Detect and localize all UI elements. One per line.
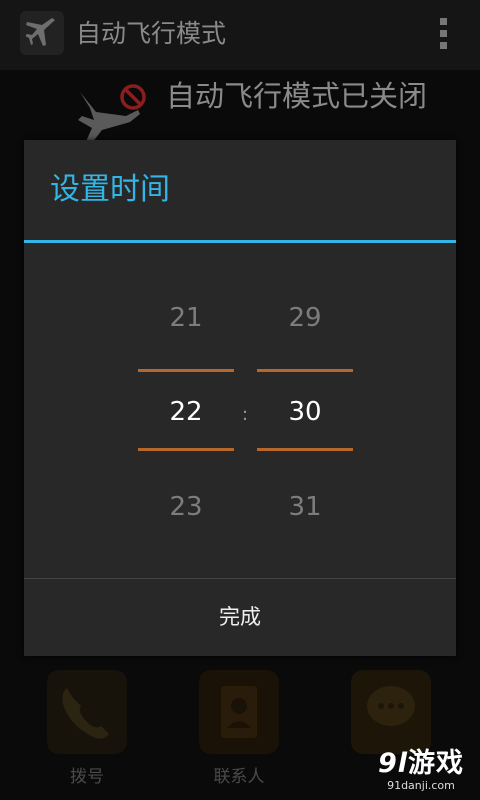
hour-current[interactable]: 22 [138,397,234,427]
title-divider [24,240,456,243]
set-time-dialog: 设置时间 21 22 23 : 29 30 31 完成 [24,140,456,656]
minute-previous[interactable]: 29 [257,303,353,333]
messaging-icon [351,670,431,754]
dock-item-contacts[interactable]: 联系人 [198,670,280,787]
hour-selection-line-bottom [138,448,234,451]
dock-item-dialer[interactable]: 拨号 [46,670,128,787]
dock-label-contacts: 联系人 [213,767,265,787]
dialog-title: 设置时间 [50,172,170,207]
overflow-menu-icon[interactable] [440,18,448,52]
watermark-url: 91danji.com [387,779,455,792]
status-text: 自动飞行模式已关闭 [166,79,428,113]
watermark-text: 游戏 [408,748,464,779]
phone-icon [47,670,127,754]
watermark-logo: 9l游戏 91danji.com [377,748,464,793]
contacts-icon [199,670,279,754]
minute-current[interactable]: 30 [257,397,353,427]
screen: 自动飞行模式 自动飞行模式已关闭 拨号 联系人 9l游戏 91danji.com… [0,0,480,800]
done-button[interactable]: 完成 [24,579,456,656]
time-separator: : [242,404,249,425]
prohibited-icon [118,82,148,116]
dock-label-dialer: 拨号 [70,767,104,787]
hour-picker[interactable]: 21 22 23 [138,243,234,579]
watermark-number: 9l [377,748,408,779]
minute-picker[interactable]: 29 30 31 [257,243,353,579]
minute-next[interactable]: 31 [257,492,353,522]
minute-selection-line-bottom [257,448,353,451]
app-title: 自动飞行模式 [76,19,227,48]
hour-next[interactable]: 23 [138,492,234,522]
hour-selection-line-top [138,369,234,372]
hour-previous[interactable]: 21 [138,303,234,333]
minute-selection-line-top [257,369,353,372]
airplane-icon [20,11,64,55]
action-bar: 自动飞行模式 [0,0,480,70]
